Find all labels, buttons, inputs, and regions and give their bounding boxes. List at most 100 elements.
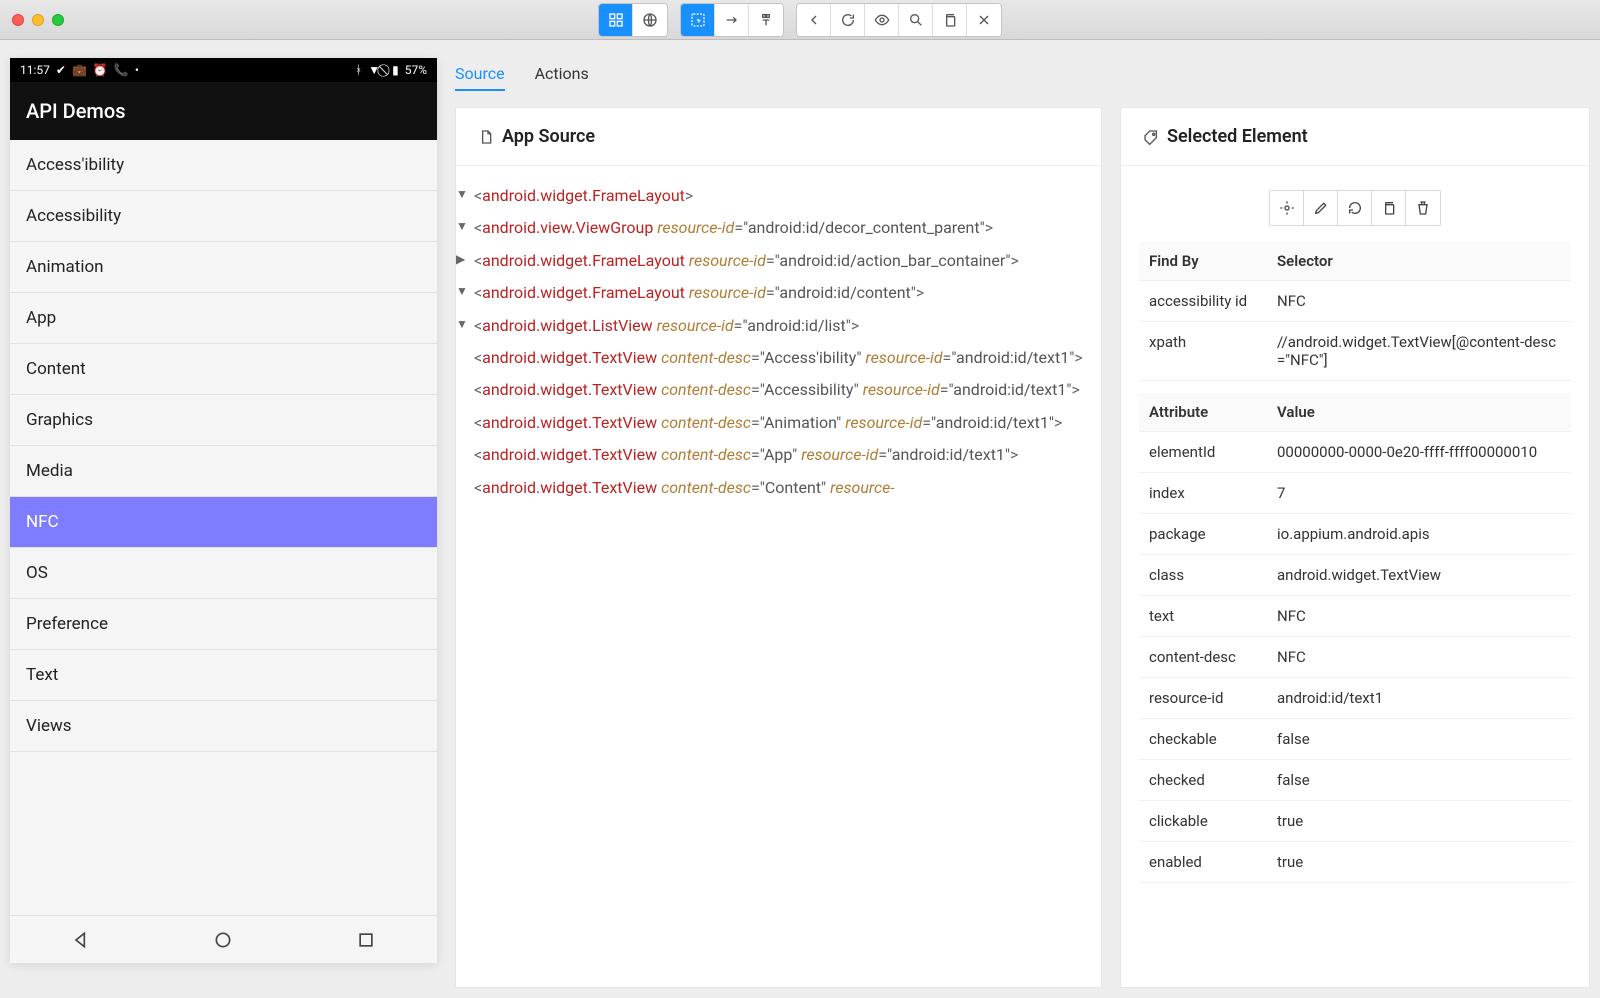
device-menu-item[interactable]: Content	[10, 344, 437, 395]
device-screen[interactable]: 11:57 ✔ 💼 ⏰ 📞 • ᚼ ▼ ⃠ ▮ 57% API Demos	[10, 58, 437, 963]
findby-header-key: Find By	[1139, 242, 1267, 281]
quit-session-button[interactable]	[967, 4, 1001, 36]
device-menu-item[interactable]: OS	[10, 548, 437, 599]
wifi-icon: ▼	[368, 63, 380, 77]
device-menu-item[interactable]: Accessibility	[10, 191, 437, 242]
view-mode-group	[598, 3, 668, 37]
findby-key: xpath	[1139, 322, 1267, 381]
swipe-button[interactable]	[715, 4, 749, 36]
table-row: resource-idandroid:id/text1	[1139, 678, 1571, 719]
app-source-header: App Source	[456, 108, 1101, 166]
attr-value[interactable]: android.widget.TextView	[1267, 555, 1571, 596]
copy-xml-button[interactable]	[933, 4, 967, 36]
tree-node[interactable]: ▼ <android.view.ViewGroup resource-id="a…	[474, 212, 1083, 244]
tree-node[interactable]: ▶ <android.widget.FrameLayout resource-i…	[474, 245, 1083, 277]
element-actions	[1269, 190, 1441, 226]
tree-node[interactable]: <android.widget.TextView content-desc="A…	[474, 407, 1083, 439]
device-menu-item[interactable]: App	[10, 293, 437, 344]
tab-actions[interactable]: Actions	[535, 58, 589, 91]
table-row: textNFC	[1139, 596, 1571, 637]
attr-value[interactable]: NFC	[1267, 596, 1571, 637]
main-area: 11:57 ✔ 💼 ⏰ 📞 • ᚼ ▼ ⃠ ▮ 57% API Demos	[0, 40, 1600, 998]
tree-node[interactable]: <android.widget.TextView content-desc="C…	[474, 472, 1083, 504]
tag-icon	[1143, 129, 1159, 145]
findby-value[interactable]: //android.widget.TextView[@content-desc=…	[1267, 322, 1571, 381]
tree-node[interactable]: <android.widget.TextView content-desc="A…	[474, 342, 1083, 374]
tree-node[interactable]: ▼ <android.widget.ListView resource-id="…	[474, 310, 1083, 342]
bluetooth-icon: ᚼ	[355, 63, 362, 77]
device-time: 11:57	[20, 63, 50, 77]
device-menu-item[interactable]: Preference	[10, 599, 437, 650]
document-icon	[478, 129, 494, 145]
copy-element-button[interactable]	[1372, 191, 1406, 225]
select-element-button[interactable]	[681, 4, 715, 36]
attr-key: checkable	[1139, 719, 1267, 760]
xml-tree[interactable]: ▼ <android.widget.FrameLayout> ▼ <androi…	[456, 166, 1101, 987]
attr-value[interactable]: 00000000-0000-0e20-ffff-ffff00000010	[1267, 432, 1571, 473]
attr-key: class	[1139, 555, 1267, 596]
device-screenshot-panel: 11:57 ✔ 💼 ⏰ 📞 • ᚼ ▼ ⃠ ▮ 57% API Demos	[10, 50, 437, 988]
findby-table: Find By Selector accessibility idNFCxpat…	[1139, 242, 1571, 381]
table-row: checkedfalse	[1139, 760, 1571, 801]
attr-value[interactable]: false	[1267, 760, 1571, 801]
attr-value[interactable]: true	[1267, 842, 1571, 883]
device-menu-list: Access'ibilityAccessibilityAnimationAppC…	[10, 140, 437, 915]
attr-header-key: Attribute	[1139, 393, 1267, 432]
get-timing-button[interactable]	[1406, 191, 1440, 225]
attr-value[interactable]: android:id/text1	[1267, 678, 1571, 719]
caret-right-icon[interactable]: ▶	[456, 250, 468, 262]
nav-recent-icon[interactable]	[356, 930, 376, 950]
caret-down-icon[interactable]: ▼	[456, 217, 468, 229]
top-toolbar	[0, 3, 1600, 37]
table-row: packageio.appium.android.apis	[1139, 514, 1571, 555]
attr-key: resource-id	[1139, 678, 1267, 719]
device-menu-item[interactable]: Views	[10, 701, 437, 752]
native-view-button[interactable]	[599, 4, 633, 36]
attr-value[interactable]: io.appium.android.apis	[1267, 514, 1571, 555]
selected-element-card: Selected Element Fin	[1120, 107, 1590, 988]
caret-down-icon[interactable]: ▼	[456, 315, 468, 327]
tree-node[interactable]: ▼ <android.widget.FrameLayout resource-i…	[474, 277, 1083, 309]
nav-back-icon[interactable]	[71, 930, 91, 950]
nav-home-icon[interactable]	[213, 930, 233, 950]
app-source-title: App Source	[502, 126, 595, 147]
tap-element-button[interactable]	[1270, 191, 1304, 225]
app-source-card: App Source ▼ <android.widget.FrameLayout…	[455, 107, 1102, 988]
tree-node[interactable]: ▼ <android.widget.FrameLayout>	[474, 180, 1083, 212]
caret-down-icon[interactable]: ▼	[456, 282, 468, 294]
tab-source[interactable]: Source	[455, 58, 505, 91]
record-button[interactable]	[865, 4, 899, 36]
attr-key: elementId	[1139, 432, 1267, 473]
clear-element-button[interactable]	[1338, 191, 1372, 225]
findby-key: accessibility id	[1139, 281, 1267, 322]
attr-value[interactable]: true	[1267, 801, 1571, 842]
device-navbar	[10, 915, 437, 963]
device-menu-item[interactable]: Animation	[10, 242, 437, 293]
attr-value[interactable]: NFC	[1267, 637, 1571, 678]
back-button[interactable]	[797, 4, 831, 36]
search-button[interactable]	[899, 4, 933, 36]
window-titlebar	[0, 0, 1600, 40]
device-menu-item[interactable]: Text	[10, 650, 437, 701]
tree-node[interactable]: <android.widget.TextView content-desc="A…	[474, 439, 1083, 471]
device-menu-item[interactable]: NFC	[10, 497, 437, 548]
findby-value[interactable]: NFC	[1267, 281, 1571, 322]
refresh-button[interactable]	[831, 4, 865, 36]
app-title: API Demos	[26, 99, 126, 123]
attr-key: clickable	[1139, 801, 1267, 842]
device-menu-item[interactable]: Graphics	[10, 395, 437, 446]
phone-icon: 📞	[114, 63, 129, 77]
tree-node[interactable]: <android.widget.TextView content-desc="A…	[474, 374, 1083, 406]
attr-value[interactable]: 7	[1267, 473, 1571, 514]
attr-header-val: Value	[1267, 393, 1571, 432]
tap-coordinates-button[interactable]	[749, 4, 783, 36]
table-row: enabledtrue	[1139, 842, 1571, 883]
selected-element-title: Selected Element	[1167, 126, 1308, 147]
device-menu-item[interactable]: Media	[10, 446, 437, 497]
caret-down-icon[interactable]: ▼	[456, 185, 468, 197]
device-menu-item[interactable]: Access'ibility	[10, 140, 437, 191]
send-keys-button[interactable]	[1304, 191, 1338, 225]
session-tools-group	[796, 3, 1002, 37]
attr-value[interactable]: false	[1267, 719, 1571, 760]
web-view-button[interactable]	[633, 4, 667, 36]
